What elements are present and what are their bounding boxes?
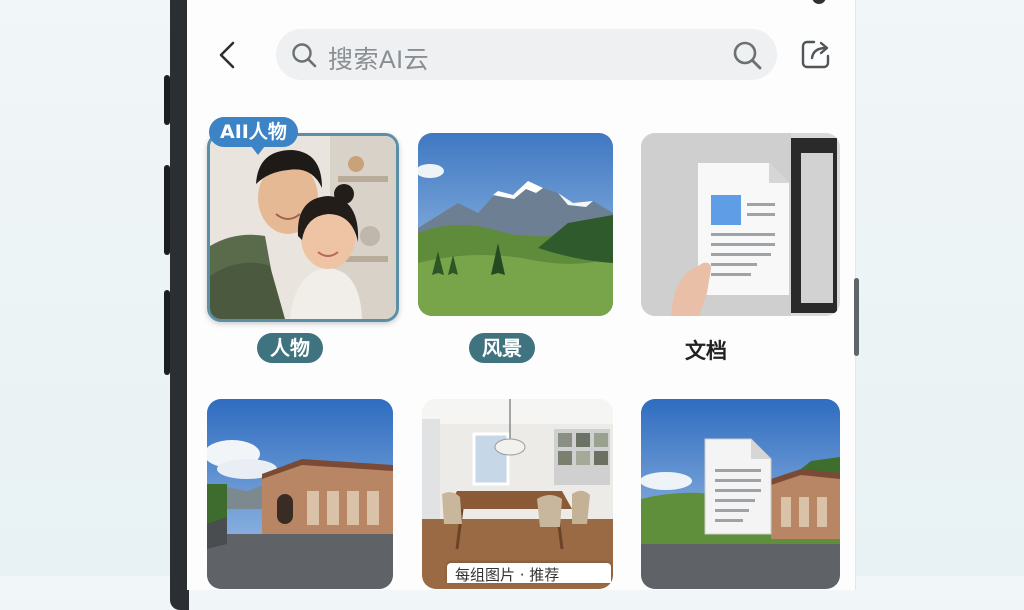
building-photo: [207, 399, 393, 589]
interior-photo: [422, 399, 613, 589]
search-submit-icon[interactable]: [731, 39, 763, 71]
share-export-icon: [801, 40, 830, 69]
people-photo: [210, 136, 396, 319]
document-thumbnail[interactable]: [641, 133, 840, 316]
chevron-left-icon: [219, 41, 235, 69]
search-input[interactable]: 搜索AI云: [276, 29, 777, 80]
scrollbar[interactable]: [854, 278, 859, 356]
document-photo: [641, 133, 840, 316]
category-landscape-pill[interactable]: 风景: [469, 333, 535, 363]
building-thumbnail[interactable]: [207, 399, 393, 589]
category-people-pill[interactable]: 人物: [257, 333, 323, 363]
interior-thumbnail[interactable]: [422, 399, 613, 589]
landscape-thumbnail[interactable]: [418, 133, 613, 316]
landscape-photo: [418, 133, 613, 316]
building-document-thumbnail[interactable]: [641, 399, 840, 589]
power-button: [164, 290, 170, 375]
search-placeholder: 搜索AI云: [328, 46, 430, 74]
search-icon: [292, 43, 317, 68]
volume-up-button: [164, 75, 170, 125]
ai-people-badge: AII人物: [209, 117, 298, 155]
people-thumbnail[interactable]: [207, 133, 399, 322]
image-caption-chip: 每组图片 · 推荐: [447, 563, 611, 583]
volume-down-button: [164, 165, 170, 255]
category-document-label[interactable]: 文档: [685, 335, 727, 365]
share-button[interactable]: [800, 38, 832, 70]
back-button[interactable]: [214, 40, 244, 70]
building-document-photo: [641, 399, 840, 589]
